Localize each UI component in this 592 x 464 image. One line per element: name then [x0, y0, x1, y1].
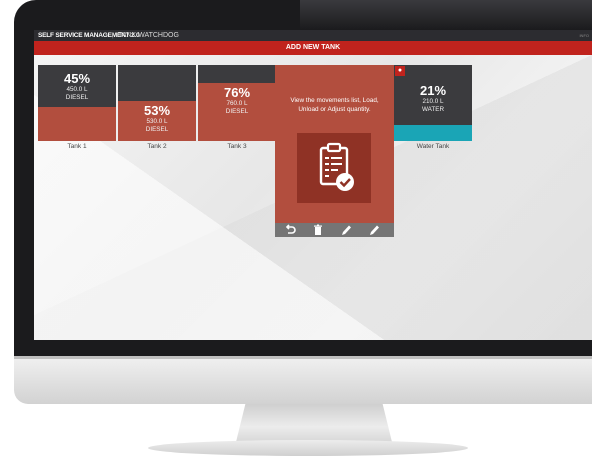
tank-card-3[interactable]: 76% 760.0 L DIESEL [198, 65, 276, 141]
top-bar: SELF SERVICE MANAGEMENT 2.0 | TANK WATCH… [34, 30, 592, 41]
pencil-icon [342, 225, 351, 235]
tank-info: 45% 450.0 L DIESEL [38, 72, 116, 101]
tank-percent: 45% [63, 71, 91, 86]
tank-percent: 21% [419, 83, 447, 98]
edit-button[interactable] [339, 224, 353, 236]
undo-icon [285, 224, 296, 234]
tank-volume: 450.0 L [66, 86, 88, 93]
tank-fuel-type: WATER [421, 105, 445, 113]
tank-name: Tank 3 [227, 143, 247, 150]
bezel-glare [300, 0, 592, 30]
tank-empty-portion [198, 65, 276, 83]
tank-volume: 530.0 L [146, 118, 168, 125]
tank-card-2[interactable]: 53% 530.0 L DIESEL [118, 65, 196, 141]
tank-empty-portion [118, 65, 196, 101]
add-new-tank-button[interactable]: ADD NEW TANK [34, 41, 592, 55]
tank-fuel-type: DIESEL [225, 107, 249, 115]
tank-info: 21% 210.0 L WATER [394, 84, 472, 113]
clipboard-check-icon [319, 142, 354, 191]
tank-volume: 210.0 L [422, 98, 444, 105]
tank-info: 53% 530.0 L DIESEL [118, 104, 196, 133]
water-drop-icon: ● [395, 66, 405, 76]
tank-actions-popup[interactable]: View the movements list, Load, Unload or… [275, 65, 394, 237]
chin-edge [14, 356, 592, 359]
monitor-chin [14, 356, 592, 404]
tank-card-water[interactable]: ● 21% 210.0 L WATER [394, 65, 472, 141]
app-screen: SELF SERVICE MANAGEMENT 2.0 | TANK WATCH… [34, 30, 592, 340]
tank-name: Tank 1 [67, 143, 87, 150]
tank-name: Tank 2 [147, 143, 167, 150]
tank-info: 76% 760.0 L DIESEL [198, 86, 276, 115]
delete-button[interactable] [311, 224, 325, 236]
tank-name: Water Tank [416, 143, 450, 150]
tank-volume: 760.0 L [226, 100, 248, 107]
tank-fuel-type: DIESEL [145, 125, 169, 133]
popup-description: View the movements list, Load, Unload or… [290, 97, 379, 113]
title-separator: | [112, 32, 114, 39]
movements-list-button[interactable] [297, 133, 371, 203]
water-fill [394, 125, 472, 141]
top-right-link[interactable]: INFO [579, 30, 589, 41]
monitor-stand-neck [236, 404, 392, 442]
adjust-button[interactable] [367, 224, 381, 236]
monitor-stand-base [148, 440, 468, 456]
pencil-icon [370, 225, 379, 235]
popup-action-bar [275, 223, 394, 237]
tank-percent: 53% [143, 103, 171, 118]
undo-button[interactable] [283, 224, 297, 236]
tank-card-1[interactable]: 45% 450.0 L DIESEL [38, 65, 116, 141]
tank-percent: 76% [223, 85, 251, 100]
trash-icon [314, 224, 322, 235]
app-name: TANK WATCHDOG [118, 32, 179, 39]
tank-fuel-type: DIESEL [65, 93, 89, 101]
